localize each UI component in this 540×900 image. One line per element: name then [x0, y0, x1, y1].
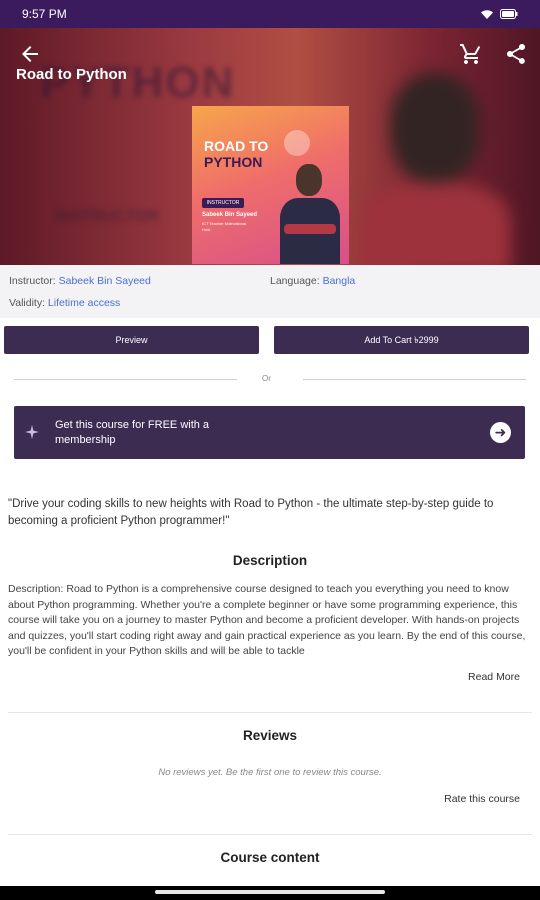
python-logo-icon	[284, 130, 310, 156]
thumbnail-instructor-photo	[296, 164, 322, 196]
or-divider-text: Or	[262, 374, 271, 383]
battery-icon	[500, 9, 518, 19]
status-time: 9:57 PM	[22, 7, 67, 21]
status-icons	[480, 9, 518, 20]
thumbnail-instructor-tag: INSTRUCTOR	[202, 198, 244, 208]
read-more-link[interactable]: Read More	[468, 671, 520, 683]
description-heading: Description	[232, 553, 308, 568]
no-reviews-message: No reviews yet. Be the first one to revi…	[158, 767, 382, 778]
app-top-bar: Road to Python	[0, 28, 540, 98]
course-info-panel: Instructor: Sabeek Bin Sayeed Language: …	[0, 265, 540, 318]
home-gesture-handle[interactable]	[155, 890, 385, 894]
sparkle-icon	[25, 425, 39, 439]
course-thumbnail[interactable]: ROAD TO PYTHON INSTRUCTOR Sabeek Bin Say…	[192, 106, 349, 264]
system-navigation-bar	[0, 886, 540, 900]
rate-course-link[interactable]: Rate this course	[444, 793, 520, 805]
course-tagline: "Drive your coding skills to new heights…	[8, 498, 494, 527]
share-icon[interactable]	[504, 42, 528, 66]
add-to-cart-button[interactable]: Add To Cart ৳2999	[274, 326, 529, 354]
section-divider	[8, 712, 532, 713]
thumbnail-instructor-name: Sabeek Bin Sayeed	[202, 212, 258, 218]
page-title: Road to Python	[16, 66, 127, 83]
cart-icon[interactable]	[459, 42, 483, 66]
status-bar: 9:57 PM	[0, 0, 540, 28]
arrow-left-icon[interactable]	[18, 42, 42, 66]
arrow-right-circle-icon[interactable]: ➜	[490, 422, 511, 443]
preview-button[interactable]: Preview	[4, 326, 259, 354]
language-value: Bangla	[322, 275, 356, 287]
instructor-link[interactable]: Sabeek Bin Sayeed	[59, 275, 151, 287]
course-content-heading: Course content	[220, 850, 320, 865]
description-text: Description: Road to Python is a compreh…	[8, 583, 526, 657]
section-divider	[8, 834, 532, 835]
or-divider-right	[303, 379, 526, 380]
validity-info: Validity: Lifetime access	[9, 297, 121, 309]
membership-text: Get this course for FREE with a membersh…	[55, 419, 210, 446]
or-divider-left	[14, 379, 237, 380]
instructor-info: Instructor: Sabeek Bin Sayeed	[9, 275, 151, 287]
wifi-icon	[481, 9, 493, 19]
thumbnail-title: ROAD TO PYTHON	[204, 138, 269, 170]
language-info: Language: Bangla	[270, 275, 356, 287]
reviews-heading: Reviews	[242, 728, 298, 743]
membership-banner[interactable]: Get this course for FREE with a membersh…	[14, 406, 525, 459]
thumbnail-instructor-role: ICT Teacher Motivational Host	[202, 221, 247, 232]
validity-value: Lifetime access	[47, 297, 121, 309]
